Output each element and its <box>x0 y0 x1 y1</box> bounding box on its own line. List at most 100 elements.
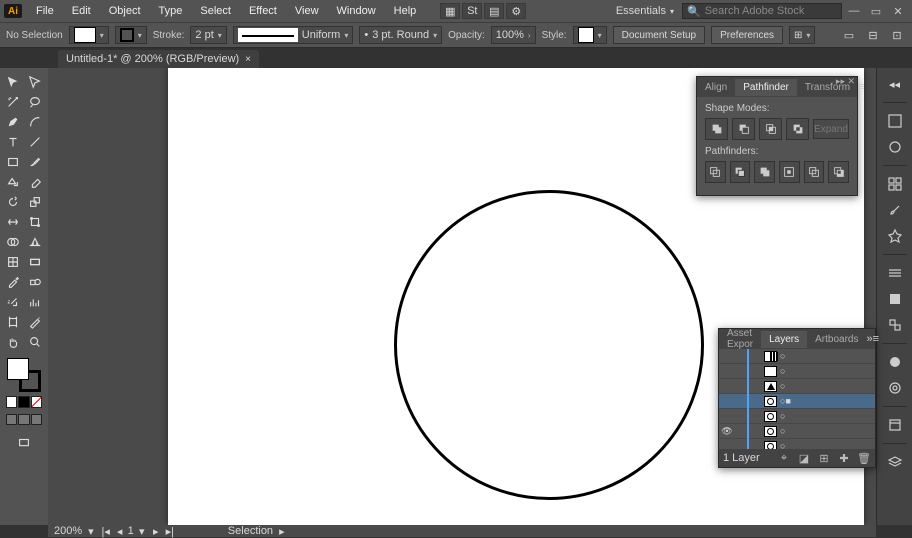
target-icon[interactable]: ○ <box>780 351 785 361</box>
draw-behind-button[interactable] <box>18 414 29 425</box>
layer-name[interactable]: ○ <box>780 410 875 422</box>
color-panel-icon[interactable] <box>883 111 907 131</box>
zoom-dropdown-icon[interactable]: ▾ <box>88 525 94 538</box>
shape-builder-tool[interactable] <box>2 232 24 252</box>
menu-file[interactable]: File <box>28 3 62 19</box>
column-graph-tool[interactable] <box>24 292 46 312</box>
layer-row[interactable]: ○ <box>719 409 875 424</box>
panel-collapse-icon[interactable]: ▸▸ ✕ <box>836 76 855 87</box>
opacity-input[interactable]: 100%› <box>491 26 536 44</box>
eyedropper-tool[interactable] <box>2 272 24 292</box>
crop-button[interactable] <box>779 161 800 183</box>
stroke-panel-icon[interactable] <box>883 263 907 283</box>
zoom-tool[interactable] <box>24 332 46 352</box>
align-tab[interactable]: Align <box>697 79 735 96</box>
layer-name[interactable]: ○■ <box>780 395 875 407</box>
layer-name[interactable]: ○ <box>780 380 875 392</box>
brush-definition-dropdown[interactable]: •3 pt. Round▾ <box>359 26 442 44</box>
menu-effect[interactable]: Effect <box>241 3 285 19</box>
align-panel-icon[interactable]: ⊟ <box>864 26 882 44</box>
artboard-tool[interactable] <box>2 312 24 332</box>
minus-back-button[interactable] <box>828 161 849 183</box>
delete-layer-icon[interactable]: 🗑 <box>857 452 871 465</box>
visibility-toggle[interactable]: 👁 <box>719 426 735 437</box>
mesh-tool[interactable] <box>2 252 24 272</box>
arrange-icon[interactable]: ▤ <box>484 3 504 19</box>
screen-mode-button[interactable] <box>13 433 35 453</box>
layer-row[interactable]: ○ <box>719 379 875 394</box>
selection-tool[interactable] <box>2 72 24 92</box>
draw-inside-button[interactable] <box>31 414 42 425</box>
layer-row[interactable]: ○■ <box>719 394 875 409</box>
stroke-weight-input[interactable]: 2 pt▾ <box>190 26 226 44</box>
last-artboard-button[interactable]: ▸| <box>164 525 176 538</box>
layer-name[interactable]: ○ <box>780 350 875 362</box>
free-transform-tool[interactable] <box>24 212 46 232</box>
close-window-button[interactable]: ✕ <box>888 5 908 18</box>
ellipse-object[interactable] <box>394 190 704 500</box>
color-guide-panel-icon[interactable] <box>883 137 907 157</box>
next-artboard-button[interactable]: ▸ <box>150 525 162 538</box>
target-icon[interactable]: ○ <box>780 381 785 391</box>
artboard-dropdown-icon[interactable]: ▾ <box>136 525 148 538</box>
minimize-button[interactable]: — <box>844 5 864 17</box>
slice-tool[interactable] <box>24 312 46 332</box>
shape-panel-icon[interactable]: ⊡ <box>888 26 906 44</box>
paintbrush-tool[interactable] <box>24 152 46 172</box>
trim-button[interactable] <box>730 161 751 183</box>
layers-panel-icon[interactable] <box>883 452 907 472</box>
layer-name[interactable]: ○ <box>780 440 875 449</box>
target-icon[interactable]: ○ <box>780 411 785 421</box>
panel-menu-icon[interactable]: ≡ <box>858 81 864 93</box>
menu-help[interactable]: Help <box>386 3 425 19</box>
symbols-panel-icon[interactable] <box>883 226 907 246</box>
color-mode-button[interactable] <box>6 396 17 408</box>
workspace-switcher[interactable]: Essentials▾ <box>610 3 680 19</box>
graphic-styles-panel-icon[interactable] <box>883 378 907 398</box>
pathfinder-tab[interactable]: Pathfinder <box>735 79 797 96</box>
preferences-button[interactable]: Preferences <box>711 26 783 44</box>
align-to-dropdown[interactable]: ⊞▾ <box>789 26 815 44</box>
expand-button[interactable]: Expand <box>813 119 849 139</box>
curvature-tool[interactable] <box>24 112 46 132</box>
layer-row[interactable]: ○ <box>719 364 875 379</box>
document-setup-button[interactable]: Document Setup <box>613 26 706 44</box>
direct-selection-tool[interactable] <box>24 72 46 92</box>
shaper-tool[interactable] <box>2 172 24 192</box>
outline-button[interactable] <box>804 161 825 183</box>
fill-swatch[interactable]: ▾ <box>69 26 109 44</box>
gpu-icon[interactable]: ⚙ <box>506 3 526 19</box>
perspective-grid-tool[interactable] <box>24 232 46 252</box>
layer-row[interactable]: ○ <box>719 439 875 449</box>
gradient-tool[interactable] <box>24 252 46 272</box>
magic-wand-tool[interactable] <box>2 92 24 112</box>
unite-button[interactable] <box>705 118 728 140</box>
menu-select[interactable]: Select <box>192 3 239 19</box>
menu-type[interactable]: Type <box>151 3 191 19</box>
libraries-panel-icon[interactable] <box>883 415 907 435</box>
gradient-mode-button[interactable] <box>18 396 29 408</box>
eraser-tool[interactable] <box>24 172 46 192</box>
close-tab-icon[interactable]: × <box>245 54 251 65</box>
target-icon[interactable]: ○ <box>780 426 785 436</box>
layers-menu-icon[interactable]: ≡ <box>873 333 879 345</box>
none-mode-button[interactable] <box>31 396 42 408</box>
layer-row[interactable]: ○ <box>719 349 875 364</box>
stock-icon[interactable]: St <box>462 3 482 19</box>
menu-object[interactable]: Object <box>101 3 149 19</box>
intersect-button[interactable] <box>759 118 782 140</box>
lasso-tool[interactable] <box>24 92 46 112</box>
fill-stroke-indicator[interactable] <box>7 358 41 392</box>
minus-front-button[interactable] <box>732 118 755 140</box>
symbol-sprayer-tool[interactable] <box>2 292 24 312</box>
target-icon[interactable]: ○ <box>780 366 785 376</box>
gradient-panel-icon[interactable] <box>883 289 907 309</box>
prev-artboard-button[interactable]: ◂ <box>114 525 126 538</box>
exclude-button[interactable] <box>786 118 809 140</box>
rectangle-tool[interactable] <box>2 152 24 172</box>
menu-edit[interactable]: Edit <box>64 3 99 19</box>
type-tool[interactable] <box>2 132 24 152</box>
blend-tool[interactable] <box>24 272 46 292</box>
status-dropdown-icon[interactable]: ▸ <box>279 525 285 538</box>
merge-button[interactable] <box>754 161 775 183</box>
